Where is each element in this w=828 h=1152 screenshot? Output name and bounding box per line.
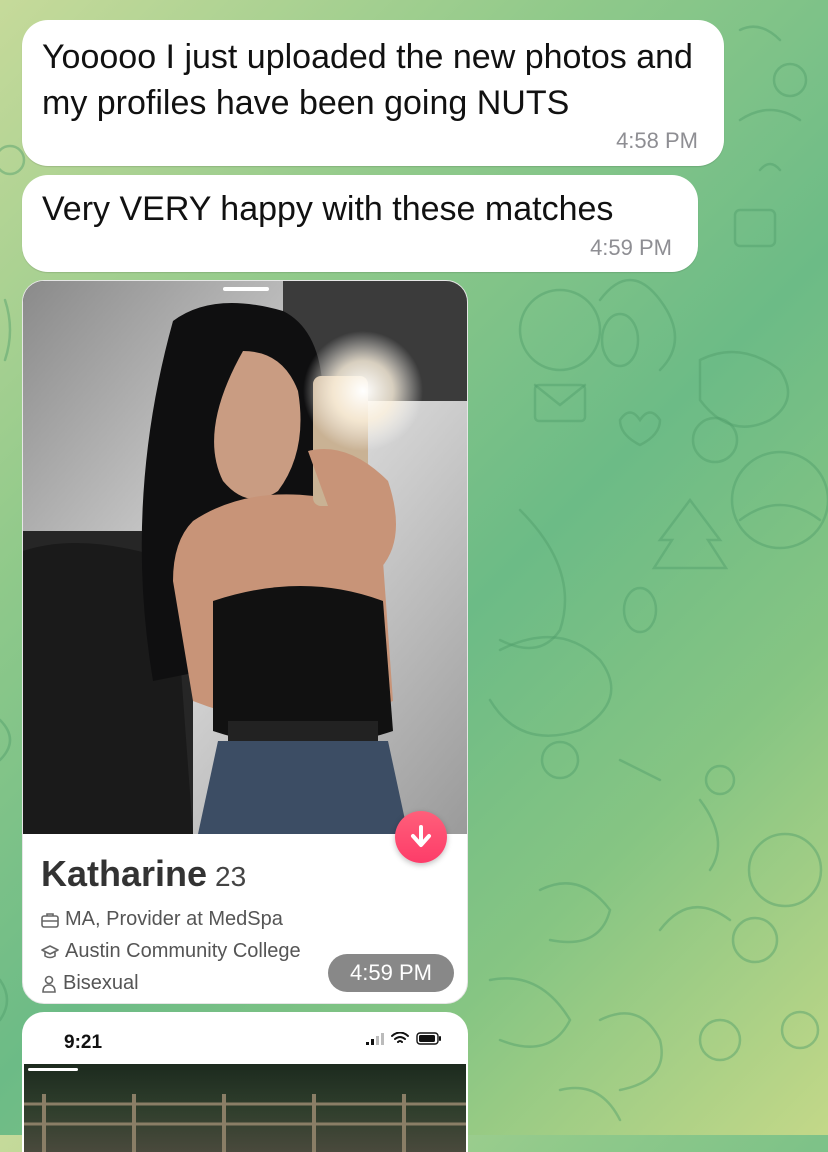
profile-info-button[interactable] — [395, 811, 447, 863]
graduation-cap-icon — [41, 944, 59, 958]
profile-job-text: MA, Provider at MedSpa — [65, 908, 283, 930]
profile-age: 23 — [215, 861, 247, 892]
profile-job: MA, Provider at MedSpa — [41, 908, 283, 931]
message-text: Yooooo I just uploaded the new photos an… — [42, 38, 693, 122]
photo-timestamp: 4:59 PM — [328, 954, 454, 992]
profile-school: Austin Community College — [41, 940, 301, 963]
status-bar-time: 9:21 — [64, 1032, 103, 1053]
profile-name: Katharine 23 — [41, 853, 246, 895]
profile-orientation-text: Bisexual — [63, 972, 139, 994]
person-icon — [42, 975, 56, 993]
battery-icon — [416, 1032, 441, 1045]
profile-orientation: Bisexual — [41, 972, 139, 995]
profile-school-text: Austin Community College — [65, 940, 301, 962]
message-timestamp: 4:58 PM — [616, 128, 698, 153]
message-bubble[interactable]: Very VERY happy with these matches 4:59 … — [22, 175, 698, 272]
signal-icon — [366, 1032, 384, 1045]
second-screenshot-card[interactable]: 9:21 — [22, 1012, 468, 1152]
message-timestamp: 4:59 PM — [590, 235, 672, 260]
second-profile-photo[interactable] — [24, 1064, 466, 1152]
status-bar-icons — [366, 1032, 442, 1045]
profile-photo[interactable] — [23, 281, 467, 834]
briefcase-icon — [41, 912, 59, 928]
arrow-down-icon — [411, 825, 431, 847]
profile-name-text: Katharine — [41, 853, 208, 894]
message-bubble[interactable]: Yooooo I just uploaded the new photos an… — [22, 20, 724, 166]
message-text: Very VERY happy with these matches — [42, 190, 614, 228]
photo-progress-bar — [223, 287, 269, 291]
profile-screenshot-card[interactable]: Katharine 23 MA, Provider at MedSpa Austi… — [22, 280, 468, 1004]
wifi-icon — [391, 1032, 409, 1043]
